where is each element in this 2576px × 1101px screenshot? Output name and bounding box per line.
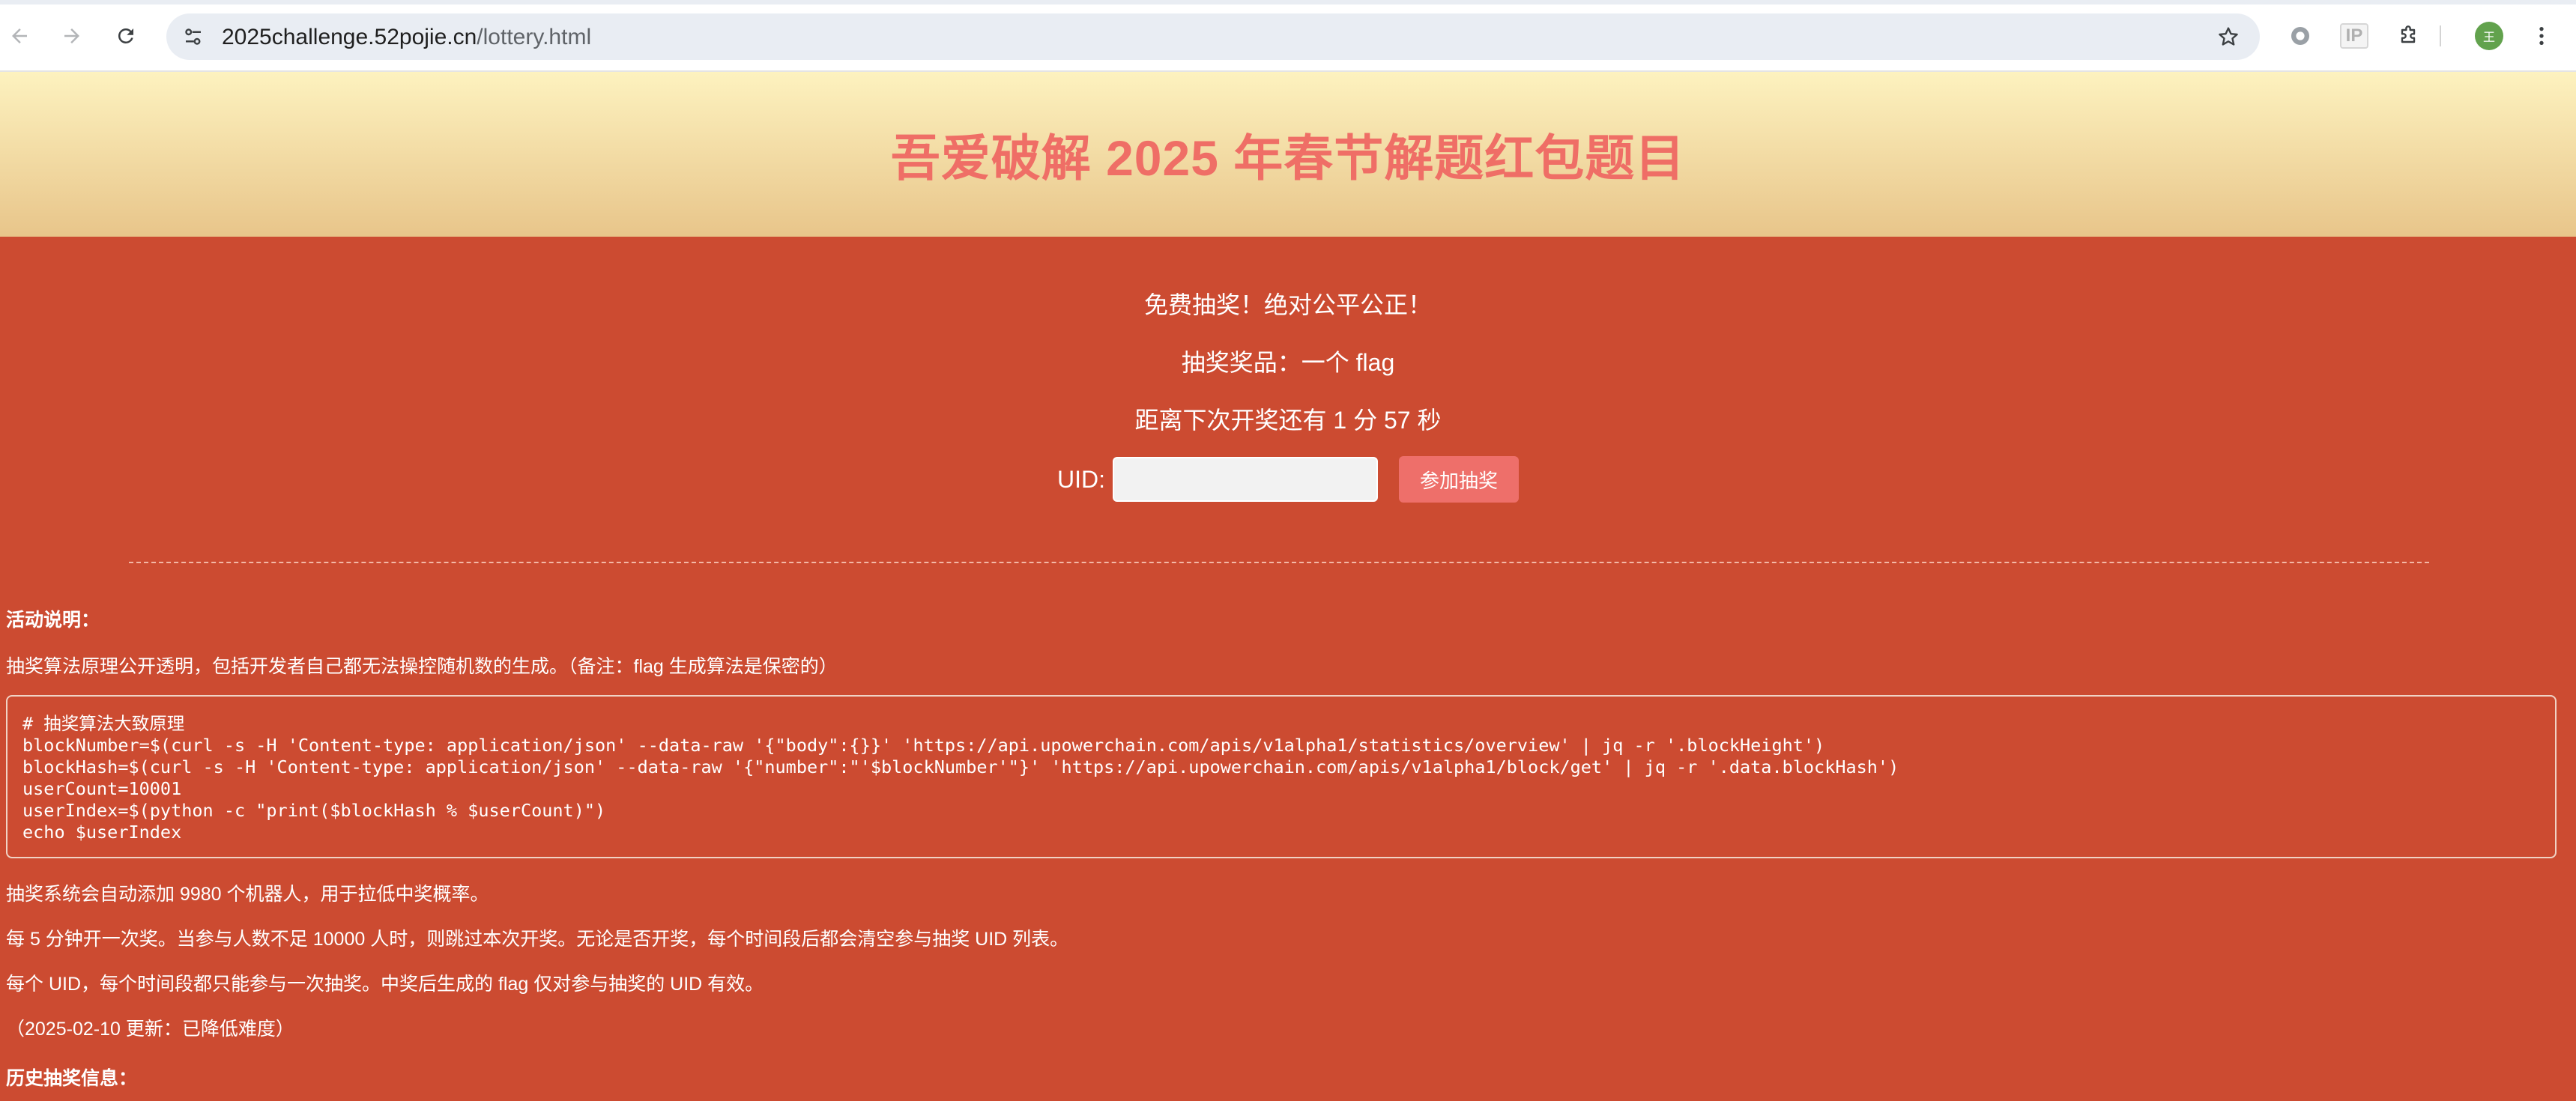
toolbar-separator — [2440, 25, 2441, 46]
ip-extension-button[interactable]: IP — [2339, 21, 2369, 51]
arrow-right-icon — [64, 28, 79, 43]
puzzle-piece-icon — [2401, 25, 2416, 43]
browser-toolbar: 2025challenge.52pojie.cn/lottery.html IP… — [0, 0, 2576, 72]
page-header: 吾爱破解 2025 年春节解题红包题目 — [0, 72, 2576, 237]
tab-strip-edge — [0, 0, 2576, 4]
bookmark-button[interactable] — [2213, 22, 2243, 52]
url-host: 2025challenge.52pojie.cn — [222, 25, 477, 49]
code-block: # 抽奖算法大致原理 blockNumber=$(curl -s -H 'Con… — [6, 695, 2557, 858]
code-line: userCount=10001 — [22, 778, 182, 799]
code-line: blockHash=$(curl -s -H 'Content-type: ap… — [22, 756, 1899, 777]
free-draw-text: 免费抽奖！绝对公平公正！ — [1143, 291, 1432, 318]
record-icon — [2291, 27, 2309, 45]
code-line: blockNumber=$(curl -s -H 'Content-type: … — [22, 735, 1825, 756]
code-line: echo $userIndex — [22, 822, 182, 843]
profile-button[interactable]: 王 — [2474, 21, 2504, 51]
uid-form: UID: 参加抽奖 — [0, 455, 2576, 503]
schedule-note: 每 5 分钟开一次奖。当参与人数不足 10000 人时，则跳过本次开奖。无论是否… — [6, 929, 1069, 950]
reload-icon — [118, 28, 133, 43]
url-text[interactable]: 2025challenge.52pojie.cn/lottery.html — [222, 25, 591, 50]
back-button[interactable] — [3, 19, 36, 52]
countdown-text: 距离下次开奖还有 1 分 57 秒 — [1134, 407, 1442, 434]
address-bar[interactable]: 2025challenge.52pojie.cn/lottery.html — [166, 13, 2260, 60]
site-info-button[interactable] — [178, 22, 208, 52]
code-line: # 抽奖算法大致原理 — [22, 713, 185, 734]
robots-note: 抽奖系统会自动添加 9980 个机器人，用于拉低中奖概率。 — [6, 884, 489, 905]
extension-record-button[interactable] — [2285, 21, 2315, 51]
uid-label: UID: — [1057, 465, 1105, 493]
join-lottery-button[interactable]: 参加抽奖 — [1399, 456, 1519, 503]
reload-button[interactable] — [109, 19, 142, 52]
ip-badge-icon: IP — [2340, 23, 2368, 49]
tune-icon — [185, 28, 201, 45]
dashed-divider — [129, 562, 2429, 563]
code-line: userIndex=$(python -c "print($blockHash … — [22, 800, 606, 821]
history-heading: 历史抽奖信息： — [6, 1068, 138, 1089]
more-vert-icon — [2539, 27, 2544, 45]
prize-text: 抽奖奖品：一个 flag — [1181, 349, 1395, 376]
forward-button[interactable] — [55, 19, 88, 52]
algorithm-intro: 抽奖算法原理公开透明，包括开发者自己都无法操控随机数的生成。（备注：flag 生… — [6, 656, 838, 677]
url-path: /lottery.html — [477, 25, 592, 49]
update-note: （2025-02-10 更新：已降低难度） — [6, 1019, 294, 1040]
browser-menu-button[interactable] — [2527, 21, 2557, 51]
avatar: 王 — [2475, 22, 2503, 50]
arrow-left-icon — [12, 28, 27, 43]
extensions-button[interactable] — [2393, 21, 2423, 51]
uid-input[interactable] — [1113, 457, 1378, 502]
rule-note: 每个 UID，每个时间段都只能参与一次抽奖。中奖后生成的 flag 仅对参与抽奖… — [6, 974, 764, 995]
activity-heading: 活动说明： — [6, 610, 100, 631]
star-outline-icon — [2219, 27, 2238, 46]
page-title: 吾爱破解 2025 年春节解题红包题目 — [890, 130, 1686, 186]
